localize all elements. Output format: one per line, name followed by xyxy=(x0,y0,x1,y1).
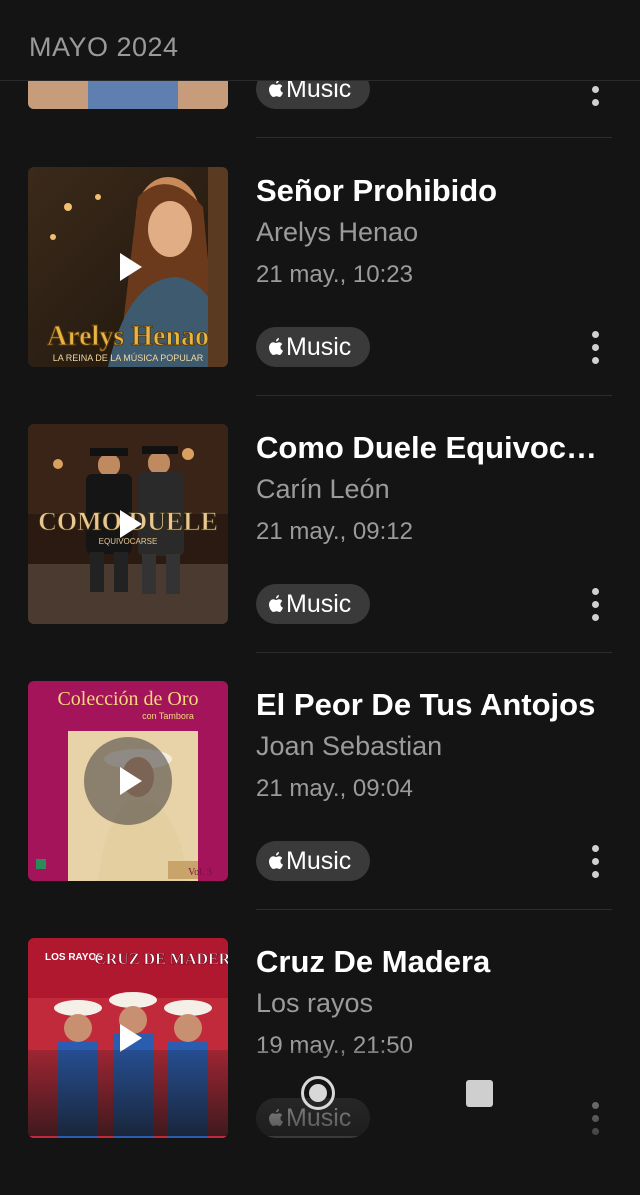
album-art-title: Arelys Henao xyxy=(47,321,209,352)
divider xyxy=(256,137,612,138)
badge-label: Music xyxy=(286,847,352,875)
apple-music-badge[interactable]: Music xyxy=(256,841,370,881)
recents-icon[interactable] xyxy=(466,1080,493,1107)
divider xyxy=(256,652,612,653)
played-date: 21 may., 10:23 xyxy=(256,261,413,288)
apple-icon xyxy=(269,80,283,97)
apple-icon xyxy=(269,595,283,612)
album-art[interactable]: COMO DUELE EQUIVOCARSE xyxy=(28,424,228,624)
album-art[interactable]: Colección de Oro con Tambora Vol. 3 xyxy=(28,681,228,881)
more-vertical-icon[interactable] xyxy=(584,588,608,622)
list-item[interactable]: Colección de Oro con Tambora Vol. 3 El P… xyxy=(0,681,640,938)
song-title[interactable]: Como Duele Equivocarse xyxy=(256,430,608,466)
apple-icon xyxy=(269,338,283,355)
divider xyxy=(256,395,612,396)
home-icon[interactable] xyxy=(301,1076,335,1110)
badge-label: Music xyxy=(286,590,352,618)
played-date: 21 may., 09:04 xyxy=(256,775,413,802)
artist-name: Arelys Henao xyxy=(256,217,419,247)
played-date: 21 may., 09:12 xyxy=(256,518,413,545)
more-vertical-icon[interactable] xyxy=(584,331,608,365)
badge-label: Music xyxy=(286,333,352,361)
apple-icon xyxy=(269,852,283,869)
song-title[interactable]: Cruz De Madera xyxy=(256,944,608,980)
album-art-title: Colección de Oro xyxy=(57,688,198,710)
song-title[interactable]: El Peor De Tus Antojos xyxy=(256,687,608,723)
album-art[interactable]: Arelys Henao LA REINA DE LA MÚSICA POPUL… xyxy=(28,167,228,367)
album-art-volume: Vol. 3 xyxy=(188,867,212,878)
artist-name: Joan Sebastian xyxy=(256,731,443,761)
list-item[interactable]: Arelys Henao LA REINA DE LA MÚSICA POPUL… xyxy=(0,167,640,424)
artist-name: Carín León xyxy=(256,474,390,504)
month-heading: MAYO 2024 xyxy=(29,32,179,62)
history-list: Music Arelys Henao LA REINA DE LA MÚSICA… xyxy=(0,0,640,1138)
play-icon[interactable] xyxy=(84,223,172,311)
artist-name: Los rayos xyxy=(256,988,374,1018)
play-icon[interactable] xyxy=(84,737,172,825)
apple-music-badge[interactable]: Music xyxy=(256,327,370,367)
list-item[interactable]: COMO DUELE EQUIVOCARSE Como Duele Equivo… xyxy=(0,424,640,681)
album-art-subtitle: LA REINA DE LA MÚSICA POPULAR xyxy=(53,353,204,363)
apple-music-badge[interactable]: Music xyxy=(256,584,370,624)
section-header: MAYO 2024 xyxy=(0,0,640,81)
album-art-subtitle: con Tambora xyxy=(142,711,194,721)
play-icon[interactable] xyxy=(84,480,172,568)
album-art-title: CRUZ DE MADERA xyxy=(94,951,228,968)
divider xyxy=(256,909,612,910)
system-navbar xyxy=(0,1050,640,1136)
song-title[interactable]: Señor Prohibido xyxy=(256,173,608,209)
more-vertical-icon[interactable] xyxy=(584,845,608,879)
